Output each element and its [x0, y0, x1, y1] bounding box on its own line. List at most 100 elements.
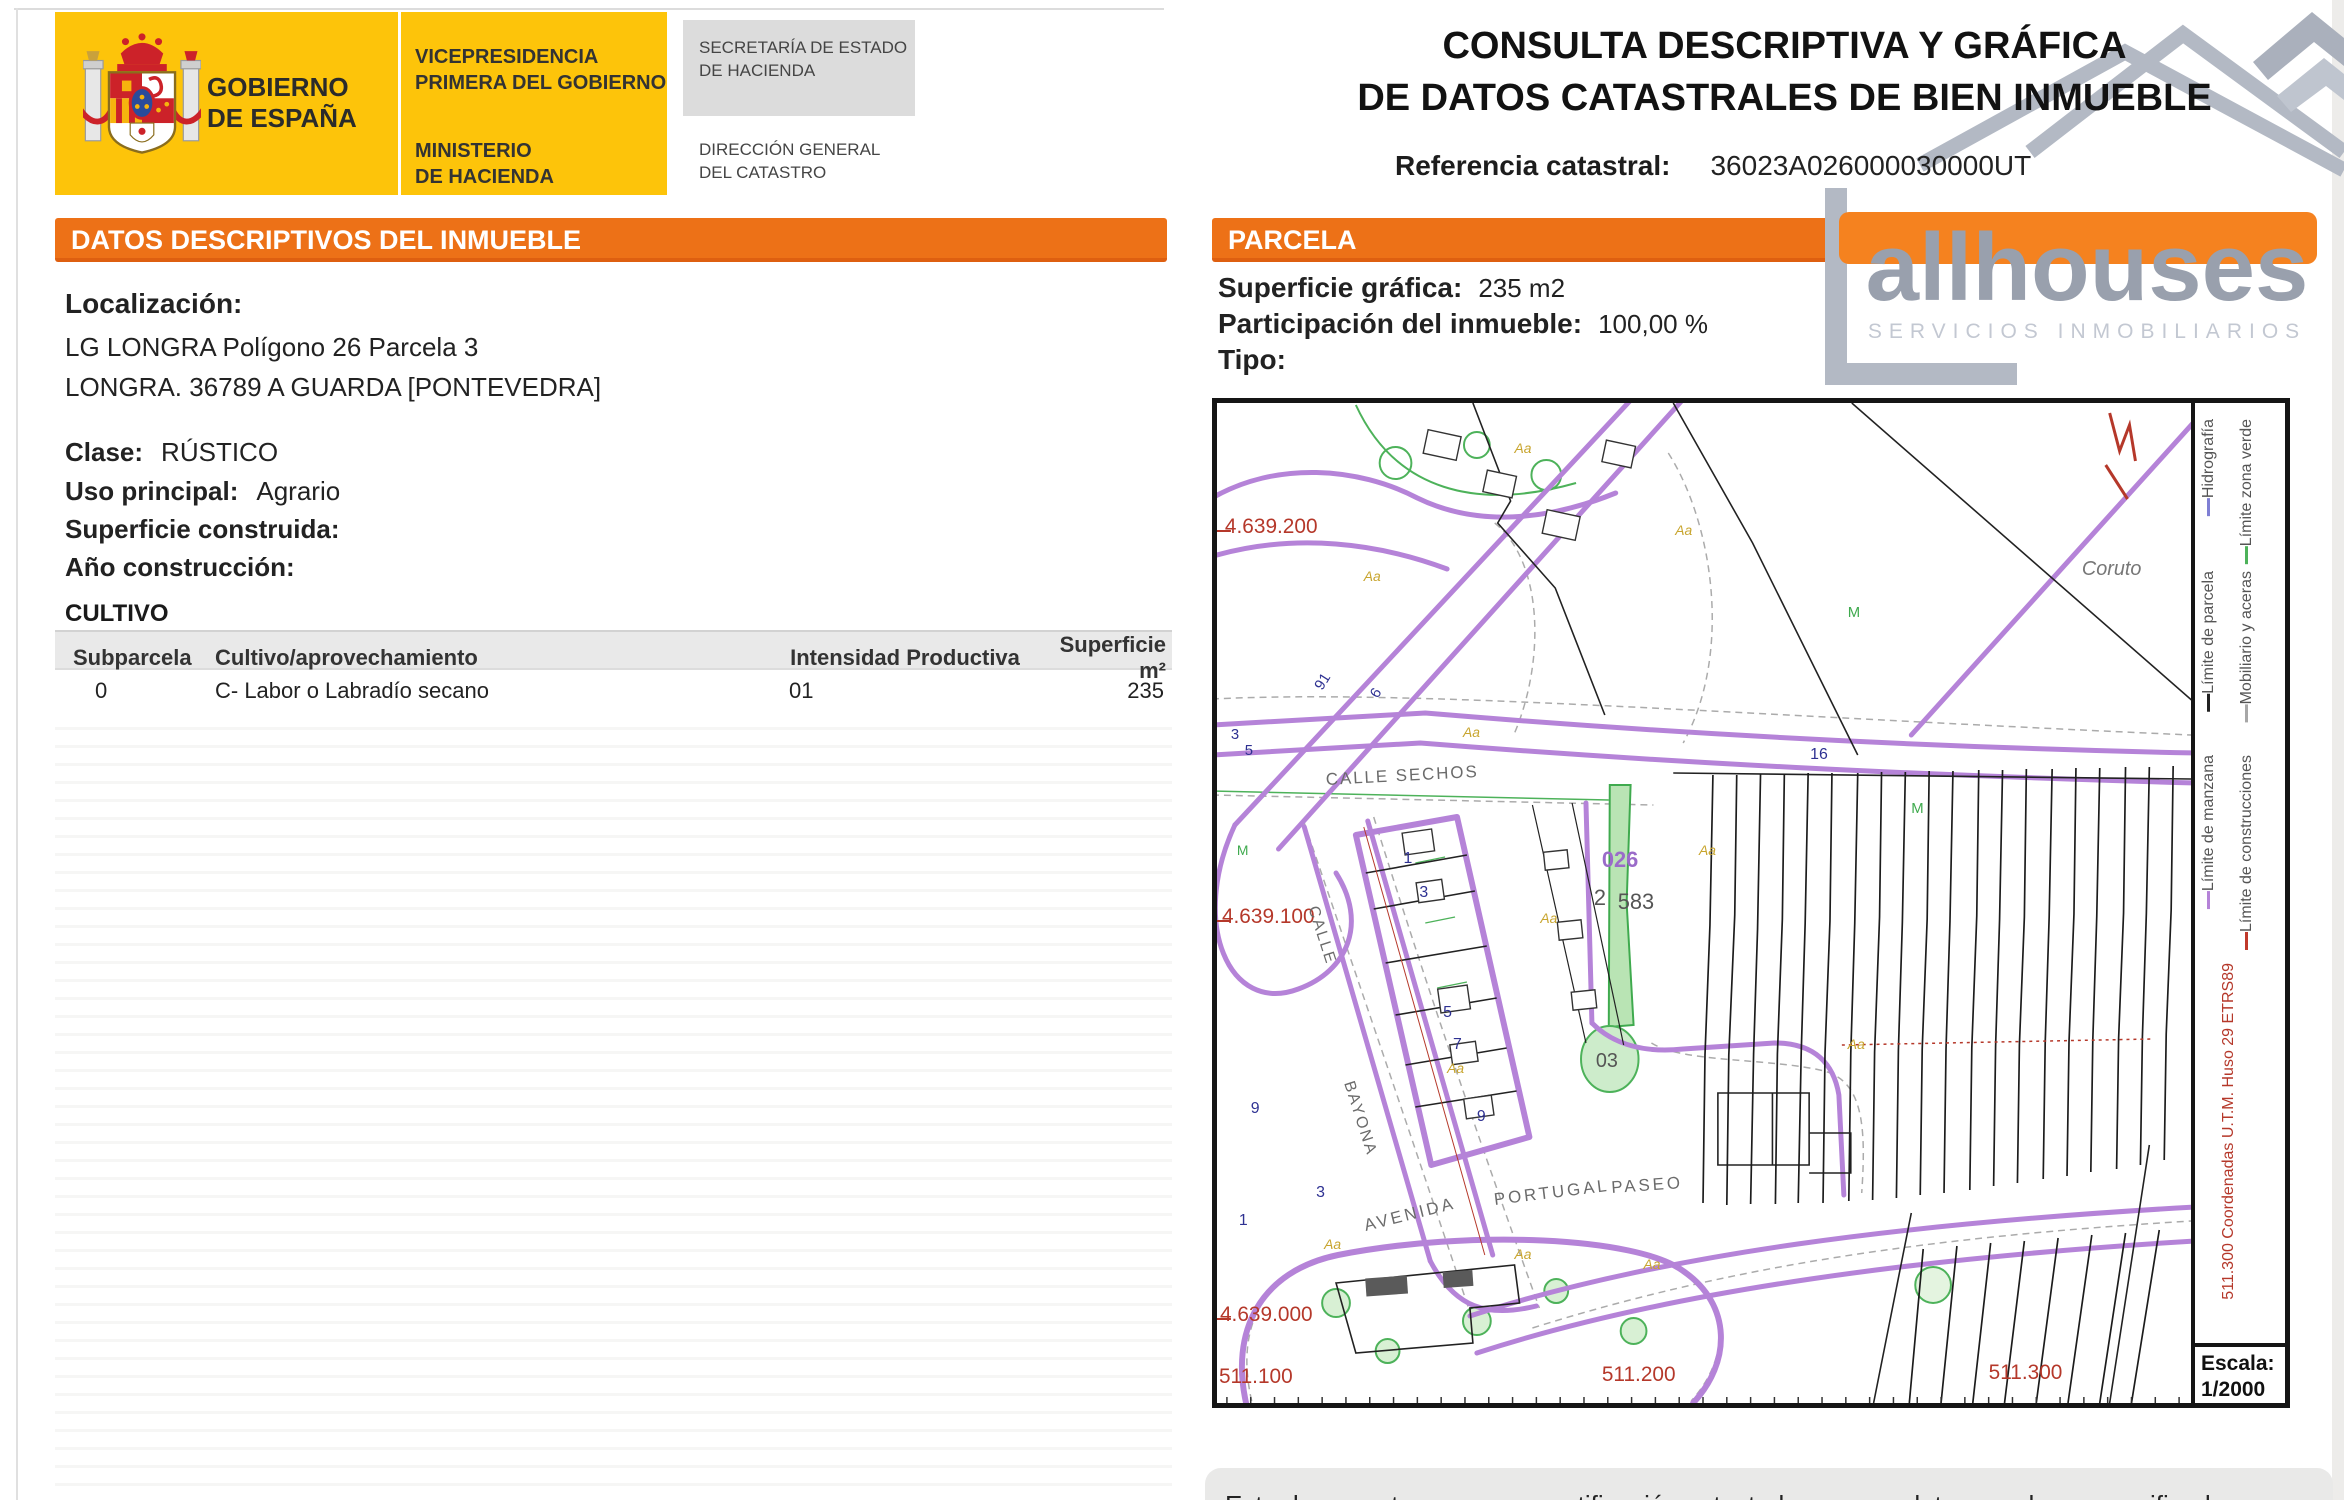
superficie-grafica-row: Superficie gráfica: 235 m2 [1218, 272, 1565, 304]
house-number: 9 [1477, 1108, 1486, 1125]
footer-disclaimer: Este documento no es una certificación c… [1205, 1468, 2333, 1500]
street-calle-sechos: CALLE SECHOS [1325, 762, 1479, 789]
green-mark: M [1911, 800, 1923, 817]
empty-table-area [55, 712, 1172, 1490]
vegetation-mark: Aa [1698, 842, 1716, 858]
page-title: CONSULTA DESCRIPTIVA Y GRÁFICA DE DATOS … [1357, 25, 2212, 119]
referencia-catastral: Referencia catastral: 36023A026000030000U… [1395, 150, 2031, 182]
clase-value: RÚSTICO [161, 437, 279, 467]
superficie-construida-label: Superficie construida: [65, 514, 340, 544]
vegetation-mark: Aa [1847, 1036, 1865, 1052]
grid-x-511200: 511.200 [1602, 1363, 1676, 1386]
escala-label: Escala: [2201, 1352, 2275, 1375]
house-number: 1 [1239, 1212, 1248, 1229]
cell-intensidad: 01 [789, 678, 814, 703]
direccion-general-catastro-label: DIRECCIÓN GENERAL DEL CATASTRO [699, 140, 881, 182]
participacion-label: Participación del inmueble: [1218, 308, 1583, 339]
vegetation-mark: Aa [1363, 568, 1381, 584]
divider [398, 12, 401, 195]
brand-name: allhouses [1866, 214, 2309, 321]
map-scale: Escala: 1/2000 [2195, 1343, 2285, 1403]
spain-coat-of-arms-icon [83, 33, 201, 154]
parcel-583-label: 583 [1618, 889, 1654, 914]
grid-y-4639000: 4.639.000 [1220, 1303, 1313, 1326]
cell-cultivo: C- Labor o Labradío secano [215, 678, 489, 703]
vegetation-mark: Aa [1514, 1246, 1532, 1262]
legend-item-limite-parcela: Límite de parcela [2200, 571, 2217, 718]
vegetation-mark: Aa [1462, 724, 1480, 740]
poligono-026-label: 026 [1602, 847, 1638, 872]
col-subparcela: Subparcela [73, 645, 192, 670]
legend-swatch [2245, 704, 2249, 723]
street-avenida: AVENIDA [1362, 1194, 1457, 1235]
legend-swatch [2207, 891, 2211, 910]
number-6: 6 [1367, 685, 1386, 701]
localizacion-line2: LONGRA. 36789 A GUARDA [PONTEVEDRA] [65, 372, 602, 402]
legend-swatch [2207, 693, 2211, 712]
scan-artifact-line [16, 8, 18, 1500]
number-16: 16 [1810, 746, 1828, 763]
brand-tagline: SERVICIOS INMOBILIARIOS [1868, 320, 2306, 343]
house-number: 9 [1251, 1100, 1260, 1117]
grid-y-4639200: 4.639.200 [1225, 515, 1318, 538]
vegetation-mark: Aa [1643, 1256, 1661, 1272]
gobierno-de-espana-label: GOBIERNO DE ESPAÑA [207, 72, 357, 133]
referencia-catastral-value: 36023A026000030000UT [1710, 150, 2032, 181]
government-logo-box: GOBIERNO DE ESPAÑA VICEPRESIDENCIA PRIME… [55, 12, 667, 195]
superficie-grafica-value: 235 m2 [1478, 273, 1566, 303]
vegetation-mark: Aa [1674, 522, 1692, 538]
cultivo-table: Subparcela Cultivo/aprovechamiento Inten… [55, 630, 1172, 713]
grid-y-4639100: 4.639.100 [1222, 905, 1315, 928]
superficie-grafica-label: Superficie gráfica: [1218, 272, 1463, 303]
participacion-row: Participación del inmueble: 100,00 % [1218, 308, 1708, 340]
green-mark: M [1848, 604, 1860, 621]
tipo-label: Tipo: [1218, 344, 1286, 375]
vegetation-mark: Aa [1539, 910, 1557, 926]
section-parcela-header: PARCELA [1212, 218, 1837, 262]
vegetation-mark: Aa [1446, 1060, 1464, 1076]
clase-label: Clase: [65, 437, 144, 467]
col-intensidad: Intensidad Productiva [790, 645, 1020, 670]
localizacion-line1: LG LONGRA Polígono 26 Parcela 3 [65, 332, 479, 362]
section-datos-descriptivos-header: DATOS DESCRIPTIVOS DEL INMUEBLE [55, 218, 1167, 262]
localizacion-label: Localización: [65, 288, 243, 319]
legend-item-mobiliario: Mobiliario y aceras [2238, 571, 2255, 728]
escala-value: 1/2000 [2201, 1378, 2266, 1401]
number-91: 91 [1311, 670, 1334, 693]
vicepresidencia-label: VICEPRESIDENCIA PRIMERA DEL GOBIERNO [415, 46, 667, 94]
legend-item-hidrografia: Hidrografía [2200, 419, 2217, 522]
cadastral-map[interactable]: 4.639.200 4.639.100 4.639.000 511.100 51… [1212, 398, 2290, 1408]
legend-swatch [2207, 498, 2211, 517]
legend-item-zona-verde: Límite zona verde [2238, 419, 2255, 570]
house-number: 3 [1231, 726, 1239, 743]
house-number: 5 [1443, 1004, 1452, 1021]
secretaria-estado-label: SECRETARÍA DE ESTADO DE HACIENDA [683, 20, 915, 116]
house-number: 3 [1419, 884, 1428, 901]
cultivo-title: CULTIVO [65, 600, 169, 627]
uso-principal-value: Agrario [256, 476, 341, 506]
participacion-value: 100,00 % [1598, 309, 1708, 339]
grid-x-511300: 511.300 [1989, 1361, 2063, 1384]
footer-text: Este documento no es una certificación c… [1225, 1490, 2260, 1500]
vegetation-mark: Aa [1323, 1236, 1341, 1252]
col-cultivo: Cultivo/aprovechamiento [215, 645, 478, 670]
legend-item-limite-manzana: Límite de manzana [2200, 755, 2217, 915]
clase-row: Clase: RÚSTICO [65, 437, 278, 468]
place-coruto: Coruto [2082, 558, 2142, 580]
legend-swatch [2245, 546, 2249, 565]
uso-principal-row: Uso principal: Agrario [65, 476, 340, 507]
street-portugal: PORTUGAL [1493, 1176, 1611, 1209]
vegetation-mark: Aa [1514, 440, 1532, 456]
utm-coordinates-note: 511.300 Coordenadas U.T.M. Huso 29 ETRS8… [2220, 963, 2237, 1300]
street-bayona: BAYONA [1340, 1079, 1380, 1158]
parcel-03-label: 03 [1596, 1050, 1618, 1072]
legend-item-limite-construcciones: Límite de construcciones [2238, 755, 2255, 956]
scan-artifact-line [14, 8, 1164, 10]
green-mark: M [1237, 842, 1249, 858]
map-drawing: 4.639.200 4.639.100 4.639.000 511.100 51… [1217, 403, 2191, 1403]
col-superficie: Superficie m² [1059, 632, 1166, 683]
referencia-catastral-label: Referencia catastral: [1395, 150, 1671, 181]
map-legend: Hidrografía Límite zona verde Límite de … [2191, 403, 2285, 1403]
parcel-2-label: 2 [1594, 885, 1606, 910]
tipo-row: Tipo: [1218, 344, 1286, 376]
